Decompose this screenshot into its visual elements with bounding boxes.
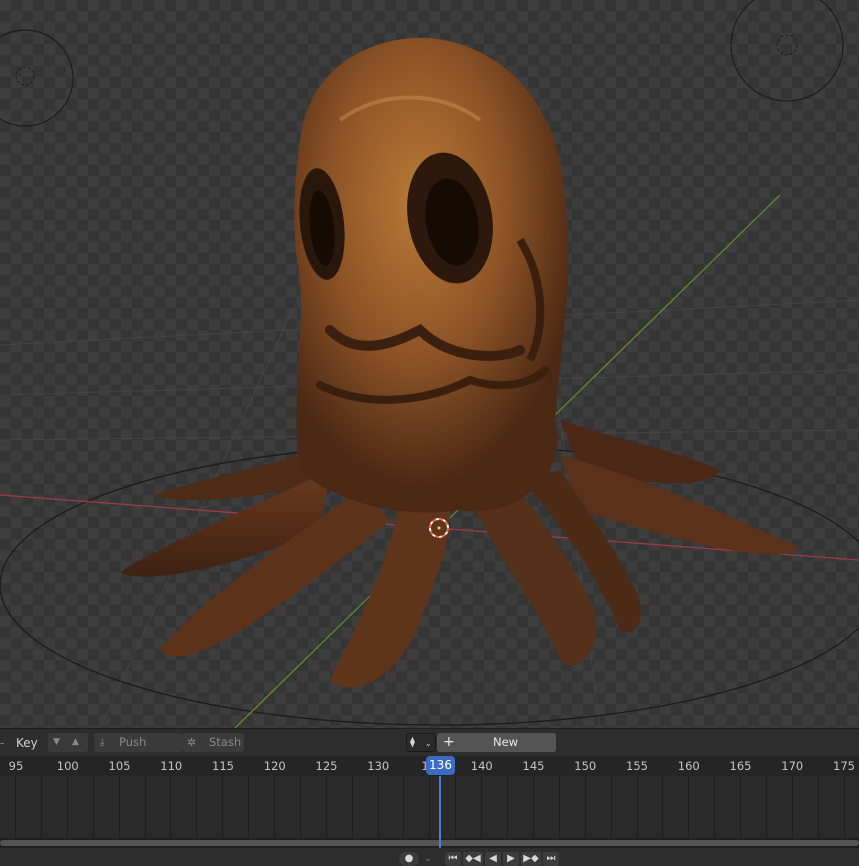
frame-grid-line: [792, 776, 793, 838]
jump-to-end-icon[interactable]: ⏭: [543, 852, 559, 866]
viewport-scene: [0, 0, 859, 728]
plus-icon: +: [443, 734, 455, 750]
key-nav-group: ▼ ▲: [48, 733, 88, 752]
frame-grid-line: [352, 776, 353, 838]
frame-grid-line: [93, 776, 94, 838]
frame-grid-line: [67, 776, 68, 838]
timeline-ruler[interactable]: 95 100 105 110 115 120 125 130 1 140 145 150 155 160 1…: [0, 756, 859, 776]
frame-grid-line: [41, 776, 42, 838]
frame-grid-line: [507, 776, 508, 838]
frame-tick-label: 160: [677, 759, 700, 773]
frame-grid-line: [119, 776, 120, 838]
chevron-down-icon: ⌄: [425, 739, 432, 748]
frame-grid-line: [766, 776, 767, 838]
push-down-button[interactable]: ⤓ Push Down: [94, 733, 182, 768]
playhead-line[interactable]: [439, 776, 441, 848]
jump-to-start-icon[interactable]: ⏮: [445, 852, 461, 866]
frame-tick-label: 110: [160, 759, 183, 773]
frame-grid-line: [248, 776, 249, 838]
frame-grid-line: [714, 776, 715, 838]
frame-grid-line: [481, 776, 482, 838]
dopesheet-header: - Key ▼ ▲ ⤓ Push Down ✲ Stash ⧫ ⌄ + New: [0, 728, 859, 768]
previous-keyframe-icon[interactable]: ◆◀: [463, 852, 483, 866]
frame-grid-line: [378, 776, 379, 838]
menu-edge-marker: -: [0, 736, 5, 750]
jump-next-keyframe-icon[interactable]: ▲: [72, 733, 79, 752]
frame-grid-line: [844, 776, 845, 838]
frame-grid-line: [559, 776, 560, 838]
frame-grid-line: [455, 776, 456, 838]
action-icon: ⧫: [410, 737, 415, 748]
frame-tick-label: 170: [781, 759, 804, 773]
frame-grid-line: [740, 776, 741, 838]
frame-tick-label: 155: [626, 759, 648, 773]
frame-tick-label: 120: [263, 759, 286, 773]
light-gizmo-left: [0, 29, 74, 127]
dopesheet-channel-area[interactable]: [0, 776, 859, 838]
frame-grid-line: [222, 776, 223, 838]
frame-tick-label: 145: [522, 759, 545, 773]
frame-grid-line: [274, 776, 275, 838]
frame-tick-label: 150: [574, 759, 597, 773]
gear-icon: ✲: [187, 736, 197, 749]
frame-tick-label: 95: [8, 759, 24, 773]
new-action-button[interactable]: + New: [437, 733, 556, 752]
frame-grid-line: [326, 776, 327, 838]
frame-tick-label: 175: [833, 759, 855, 773]
record-keying-icon[interactable]: ●: [399, 852, 419, 866]
next-keyframe-icon[interactable]: ▶◆: [521, 852, 541, 866]
frame-grid-line: [300, 776, 301, 838]
play-reverse-icon[interactable]: ◀: [485, 852, 501, 866]
scrollbar-thumb[interactable]: [0, 840, 859, 846]
frame-tick-label: 165: [729, 759, 752, 773]
frame-grid-line: [611, 776, 612, 838]
frame-tick-label: 115: [212, 759, 234, 773]
action-selector-dropdown[interactable]: ⧫ ⌄: [406, 733, 436, 752]
frame-grid-line: [145, 776, 146, 838]
frame-grid-line: [196, 776, 197, 838]
3d-viewport[interactable]: [0, 0, 859, 728]
current-frame-indicator[interactable]: 136: [426, 756, 455, 775]
playback-controls: ● ⌄ ⏮ ◆◀ ◀ ▶ ▶◆ ⏭: [0, 848, 859, 866]
frame-grid-line: [170, 776, 171, 838]
octopus-creature-model[interactable]: [120, 37, 800, 688]
frame-grid-line: [818, 776, 819, 838]
keying-chevron-icon[interactable]: ⌄: [422, 852, 434, 866]
new-action-label: New: [493, 735, 519, 749]
frame-tick-label: 140: [470, 759, 493, 773]
frame-grid-line: [688, 776, 689, 838]
key-menu[interactable]: Key: [16, 733, 38, 753]
frame-grid-line: [585, 776, 586, 838]
light-gizmo-right: [730, 0, 844, 102]
frame-grid-line: [662, 776, 663, 838]
frame-grid-line: [15, 776, 16, 838]
push-down-icon: ⤓: [100, 737, 105, 748]
horizontal-scrollbar[interactable]: [0, 838, 859, 848]
frame-tick-label: 100: [56, 759, 79, 773]
frame-tick-label: 105: [108, 759, 131, 773]
frame-grid-line: [533, 776, 534, 838]
frame-grid-line: [403, 776, 404, 838]
play-icon[interactable]: ▶: [503, 852, 519, 866]
frame-tick-label: 125: [315, 759, 338, 773]
stash-button[interactable]: ✲ Stash: [182, 733, 244, 752]
jump-previous-keyframe-icon[interactable]: ▼: [53, 733, 60, 752]
frame-grid-line: [637, 776, 638, 838]
frame-tick-label: 130: [367, 759, 390, 773]
stash-label: Stash: [209, 735, 242, 749]
frame-grid-line: [429, 776, 430, 838]
